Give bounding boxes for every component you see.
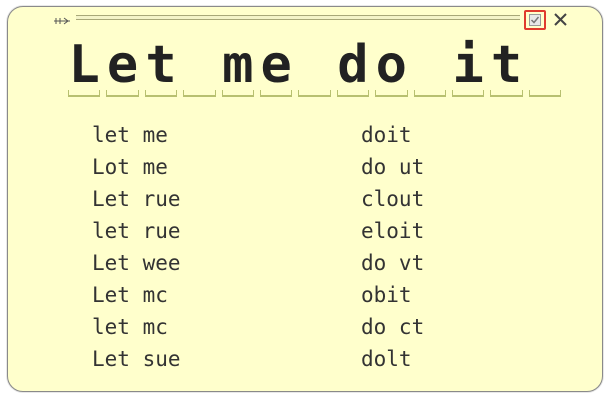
character-slot[interactable]: i — [449, 37, 487, 97]
checkmark-icon — [529, 14, 541, 26]
alternate-item[interactable]: obit — [361, 279, 424, 311]
close-icon — [554, 13, 567, 26]
character-slot[interactable]: t — [487, 37, 525, 97]
panel-titlebar[interactable] — [8, 7, 602, 31]
alternate-item[interactable]: clout — [361, 183, 424, 215]
input-panel: Let me do it let me Lot me Let rue let rue L… — [7, 6, 603, 392]
recognized-text[interactable]: Let me do it — [65, 37, 564, 97]
character-slot[interactable]: L — [65, 37, 103, 97]
alternate-item[interactable]: Lot me — [92, 151, 181, 183]
drag-bar[interactable] — [76, 15, 520, 20]
correct-button[interactable] — [524, 10, 546, 30]
alternate-item[interactable]: Let wee — [92, 247, 181, 279]
alternate-item[interactable]: Let sue — [92, 343, 181, 375]
character-slot[interactable]: o — [372, 37, 410, 97]
character-slot[interactable] — [411, 37, 449, 97]
alternate-item[interactable]: let mc — [92, 311, 181, 343]
alternate-item[interactable]: do ut — [361, 151, 424, 183]
character-slot[interactable]: e — [103, 37, 141, 97]
alternate-item[interactable]: eloit — [361, 215, 424, 247]
character-slot[interactable]: d — [334, 37, 372, 97]
character-slot[interactable] — [180, 37, 218, 97]
close-button[interactable] — [553, 10, 569, 28]
alternate-item[interactable]: let me — [92, 119, 181, 151]
alternates-list-right: doit do ut clout eloit do vt obit do ct dolt — [361, 119, 424, 375]
alternate-item[interactable]: dolt — [361, 343, 424, 375]
alternates-list-left: let me Lot me Let rue let rue Let wee Let mc l… — [92, 119, 181, 375]
alternate-item[interactable]: let rue — [92, 215, 181, 247]
character-slot[interactable]: m — [219, 37, 257, 97]
alternate-item[interactable]: Let mc — [92, 279, 181, 311]
character-slot[interactable]: e — [257, 37, 295, 97]
character-slot[interactable] — [295, 37, 333, 97]
alternate-item[interactable]: do ct — [361, 311, 424, 343]
alternate-item[interactable]: Let rue — [92, 183, 181, 215]
character-slot[interactable] — [526, 37, 564, 97]
character-slot[interactable]: t — [142, 37, 180, 97]
alternate-item[interactable]: doit — [361, 119, 424, 151]
grip-icon[interactable] — [53, 13, 71, 25]
alternate-item[interactable]: do vt — [361, 247, 424, 279]
